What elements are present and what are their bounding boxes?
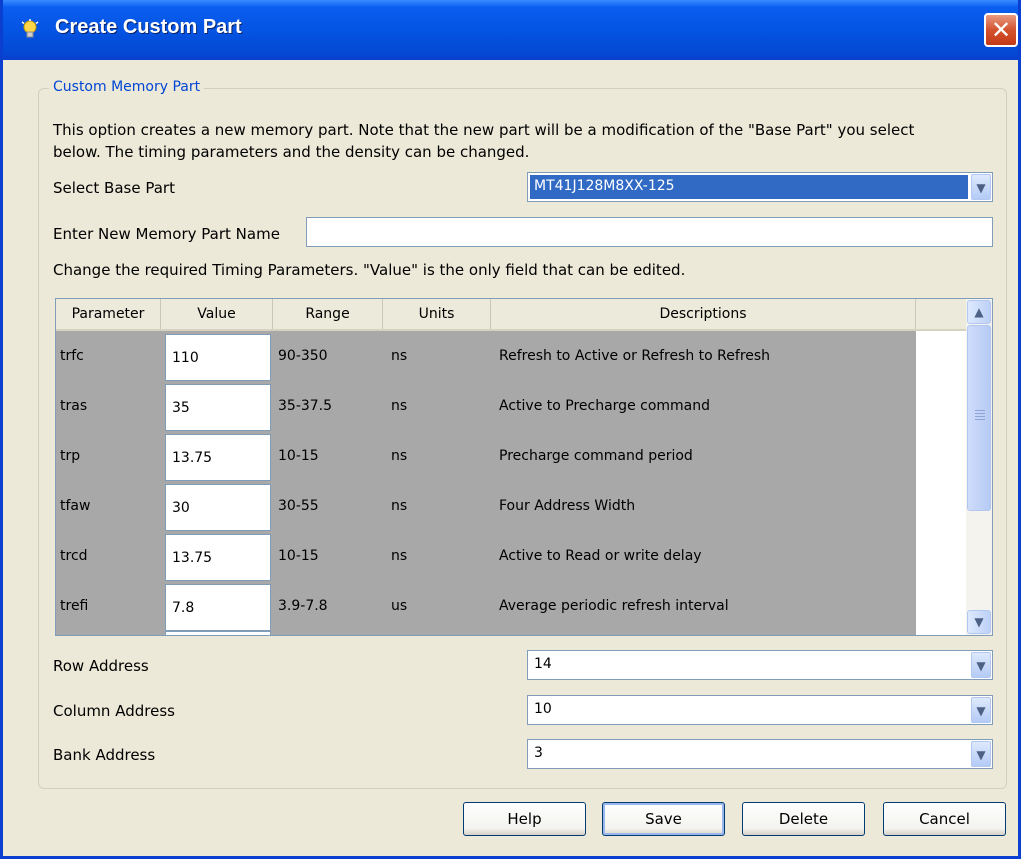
title-bar[interactable]: Create Custom Part ✕ — [3, 0, 1018, 60]
base-part-value: MT41J128M8XX-125 — [534, 178, 675, 194]
value-input[interactable]: 13.75 — [165, 434, 271, 481]
table-header: Parameter Value Range Units Descriptions — [56, 299, 966, 331]
partial-value-input[interactable] — [165, 631, 271, 635]
chevron-down-icon[interactable]: ▼ — [971, 174, 991, 200]
table-body: trfc 110 90-350 ns Refresh to Active or … — [56, 331, 966, 635]
column-header-parameter[interactable]: Parameter — [56, 299, 161, 329]
table-row[interactable]: tras 35 35-37.5 ns Active to Precharge c… — [56, 381, 916, 431]
range-cell: 10-15 — [278, 448, 319, 464]
value-input[interactable]: 7.8 — [165, 584, 271, 631]
table-filler-column — [916, 331, 966, 635]
value-input[interactable]: 110 — [165, 334, 271, 381]
help-button[interactable]: Help — [463, 802, 586, 836]
timing-note: Change the required Timing Parameters. "… — [53, 261, 686, 279]
column-header-descriptions[interactable]: Descriptions — [491, 299, 916, 329]
window-title: Create Custom Part — [55, 16, 242, 38]
create-custom-part-dialog: Create Custom Part ✕ Custom Memory Part … — [0, 0, 1021, 859]
column-address-select[interactable]: 10 ▼ — [527, 695, 993, 725]
range-cell: 30-55 — [278, 498, 319, 514]
bank-address-select[interactable]: 3 ▼ — [527, 739, 993, 769]
column-address-label: Column Address — [53, 702, 175, 720]
value-input[interactable]: 13.75 — [165, 534, 271, 581]
close-button[interactable]: ✕ — [984, 13, 1018, 47]
table-row[interactable]: trp 13.75 10-15 ns Precharge command per… — [56, 431, 916, 481]
table-row[interactable]: trefi 7.8 3.9-7.8 us Average periodic re… — [56, 581, 916, 631]
range-cell: 3.9-7.8 — [278, 598, 328, 614]
row-address-value: 14 — [534, 656, 552, 672]
new-part-name-input[interactable] — [306, 217, 993, 247]
save-button[interactable]: Save — [602, 802, 725, 836]
base-part-select[interactable]: MT41J128M8XX-125 ▼ — [527, 172, 993, 202]
intro-text-line-1: This option creates a new memory part. N… — [53, 121, 915, 139]
scrollbar-thumb[interactable] — [967, 325, 991, 511]
units-cell: ns — [391, 348, 408, 364]
new-part-name-label: Enter New Memory Part Name — [53, 225, 280, 243]
parameter-cell: trefi — [60, 598, 89, 614]
range-cell: 35-37.5 — [278, 398, 333, 414]
bank-address-label: Bank Address — [53, 746, 156, 764]
column-address-value: 10 — [534, 701, 552, 717]
chevron-down-icon[interactable]: ▼ — [971, 697, 991, 723]
value-input[interactable]: 35 — [165, 384, 271, 431]
value-input[interactable]: 30 — [165, 484, 271, 531]
grip-icon — [975, 410, 985, 411]
description-cell: Average periodic refresh interval — [499, 598, 729, 614]
base-part-label: Select Base Part — [53, 179, 175, 197]
row-address-select[interactable]: 14 ▼ — [527, 650, 993, 680]
group-title: Custom Memory Part — [49, 79, 205, 95]
units-cell: ns — [391, 398, 408, 414]
parameter-cell: trcd — [60, 548, 88, 564]
bank-address-value: 3 — [534, 745, 543, 761]
parameter-cell: trp — [60, 448, 81, 464]
cancel-button[interactable]: Cancel — [883, 802, 1006, 836]
table-row[interactable]: tfaw 30 30-55 ns Four Address Width — [56, 481, 916, 531]
description-cell: Refresh to Active or Refresh to Refresh — [499, 348, 771, 364]
description-cell: Precharge command period — [499, 448, 693, 464]
parameter-cell: trfc — [60, 348, 84, 364]
units-cell: ns — [391, 448, 408, 464]
units-cell: ns — [391, 548, 408, 564]
chevron-down-icon[interactable]: ▼ — [971, 652, 991, 678]
table-row[interactable]: trcd 13.75 10-15 ns Active to Read or wr… — [56, 531, 916, 581]
table-row[interactable]: trfc 110 90-350 ns Refresh to Active or … — [56, 331, 916, 381]
column-header-units[interactable]: Units — [383, 299, 491, 329]
arrow-down-icon[interactable]: ▼ — [967, 610, 991, 634]
column-header-value[interactable]: Value — [161, 299, 273, 329]
timing-parameters-table[interactable]: Parameter Value Range Units Descriptions… — [55, 298, 993, 636]
range-cell: 90-350 — [278, 348, 328, 364]
arrow-up-icon[interactable]: ▲ — [967, 300, 991, 324]
delete-button[interactable]: Delete — [742, 802, 865, 836]
parameter-cell: tfaw — [60, 498, 91, 514]
units-cell: ns — [391, 498, 408, 514]
description-cell: Four Address Width — [499, 498, 636, 514]
chevron-down-icon[interactable]: ▼ — [971, 741, 991, 767]
range-cell: 10-15 — [278, 548, 319, 564]
parameter-cell: tras — [60, 398, 88, 414]
description-cell: Active to Read or write delay — [499, 548, 702, 564]
column-header-range[interactable]: Range — [273, 299, 383, 329]
table-vertical-scrollbar[interactable]: ▲ ▼ — [966, 299, 992, 635]
lightbulb-icon — [21, 19, 39, 38]
row-address-label: Row Address — [53, 657, 149, 675]
units-cell: us — [391, 598, 408, 614]
column-header-filler — [916, 299, 966, 329]
intro-text-line-2: below. The timing parameters and the den… — [53, 143, 530, 161]
description-cell: Active to Precharge command — [499, 398, 711, 414]
